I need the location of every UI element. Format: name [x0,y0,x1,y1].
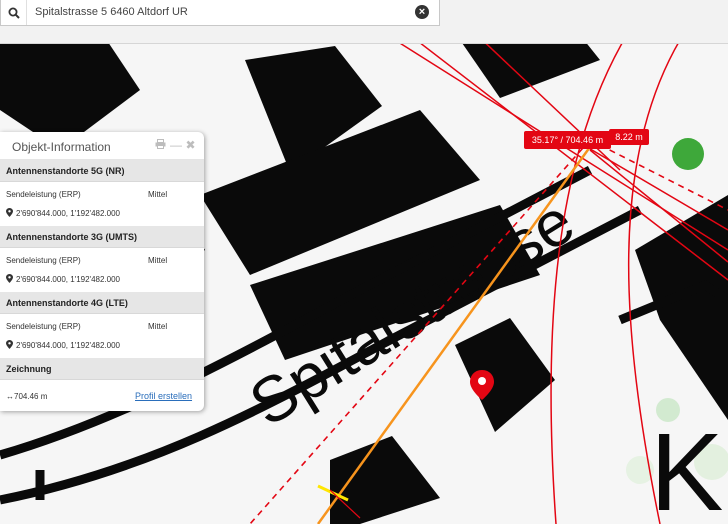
search-box: Spitalstrasse 5 6460 Altdorf UR × [0,0,440,26]
minimize-icon[interactable]: — [170,138,182,152]
drawing-body: ↔704.46 m Profil erstellen [0,380,204,411]
section-body: Sendeleistung (ERP) Mittel 2'690'844.000… [0,182,204,226]
panel-tools: — ✖ [155,138,196,152]
print-icon[interactable] [155,138,166,152]
panel-title: Objekt-Information [12,140,111,154]
search-icon [8,7,20,19]
coordinates-text: 2'690'844.000, 1'192'482.000 [16,209,120,218]
map-pin-icon [6,340,13,349]
angle-distance-label: 35.17° / 704.46 m [524,131,611,149]
section-heading: Zeichnung [0,358,204,380]
erp-label: Sendeleistung (ERP) [6,322,81,331]
section-heading: Antennenstandorte 5G (NR) [0,160,204,182]
coordinates: 2'690'844.000, 1'192'482.000 [6,340,120,350]
erp-value: Mittel [148,322,168,331]
erp-value: Mittel [148,190,168,199]
coordinates: 2'690'844.000, 1'192'482.000 [6,208,120,218]
object-info-panel: Objekt-Information — ✖ Antennenstandorte… [0,132,204,411]
map-pin-icon [6,274,13,283]
coordinates-text: 2'690'844.000, 1'192'482.000 [16,275,120,284]
section-heading: Antennenstandorte 4G (LTE) [0,292,204,314]
section-body: Sendeleistung (ERP) Mittel 2'690'844.000… [0,248,204,292]
erp-label: Sendeleistung (ERP) [6,190,81,199]
section-5g: Antennenstandorte 5G (NR) Sendeleistung … [0,160,204,226]
search-input[interactable]: Spitalstrasse 5 6460 Altdorf UR [35,6,188,18]
erp-label: Sendeleistung (ERP) [6,256,81,265]
height-label: 8.22 m [609,129,649,145]
corner-letter: K [650,411,723,524]
close-icon[interactable]: ✖ [185,138,196,152]
create-profile-link[interactable]: Profil erstellen [135,391,192,401]
section-drawing: Zeichnung ↔704.46 m Profil erstellen [0,358,204,411]
erp-value: Mittel [148,256,168,265]
drawing-length: ↔704.46 m [6,392,48,401]
map-pin-icon [6,208,13,217]
section-3g: Antennenstandorte 3G (UMTS) Sendeleistun… [0,226,204,292]
search-button[interactable] [1,0,27,25]
panel-header: Objekt-Information — ✖ [0,132,204,160]
section-heading: Antennenstandorte 3G (UMTS) [0,226,204,248]
section-body: Sendeleistung (ERP) Mittel 2'690'844.000… [0,314,204,358]
section-4g: Antennenstandorte 4G (LTE) Sendeleistung… [0,292,204,358]
coordinates: 2'690'844.000, 1'192'482.000 [6,274,120,284]
search-bar: Spitalstrasse 5 6460 Altdorf UR × [0,0,728,44]
clear-search-icon[interactable]: × [415,5,429,19]
coordinates-text: 2'690'844.000, 1'192'482.000 [16,341,120,350]
